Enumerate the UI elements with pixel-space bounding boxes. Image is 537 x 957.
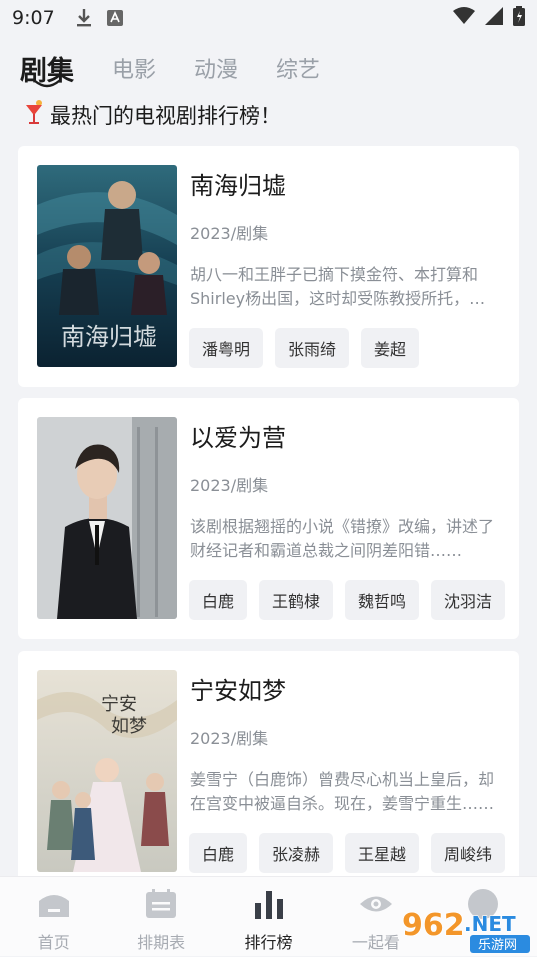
drama-card-1[interactable]: 南海归墟 南海归墟 2023/剧集 胡八一和王胖子已摘下摸金符、本打算和Shir…	[18, 146, 519, 387]
poster-image-3: 宁安 如梦	[37, 670, 177, 872]
cast-tag[interactable]: 白鹿	[189, 580, 248, 620]
cast-tag[interactable]: 张雨绮	[275, 328, 350, 368]
category-tabs: 剧集 电影 动漫 综艺	[0, 44, 537, 92]
card-description: 该剧根据翘摇的小说《错撩》改编，讲述了财经记者和霸道总裁之间阴差阳错……	[190, 517, 495, 560]
battery-icon	[513, 6, 525, 30]
nav-watch-together-label: 一起看	[351, 933, 400, 952]
svg-text:962: 962	[402, 908, 465, 943]
card-description: 胡八一和王胖子已摘下摸金符、本打算和Shirley杨出国，这时却受陈教授所托，前…	[190, 265, 486, 308]
nav-schedule[interactable]: 排期表	[107, 877, 214, 956]
cast-tag[interactable]: 魏哲鸣	[345, 580, 420, 620]
status-time: 9:07	[12, 7, 55, 29]
home-icon	[37, 889, 71, 923]
eye-icon	[359, 889, 393, 923]
cast-tag[interactable]: 王鹤棣	[259, 580, 334, 620]
cast-tag[interactable]: 姜超	[361, 328, 420, 368]
calendar-icon	[145, 889, 177, 923]
cast-tags: 白鹿 张凌赫 王星越 周峻纬	[189, 833, 506, 873]
cast-tag[interactable]: 张凌赫	[259, 833, 334, 873]
ranking-headline: 最热门的电视剧排行榜！	[24, 99, 281, 130]
poster-image-1: 南海归墟	[37, 165, 177, 367]
headline-text: 最热门的电视剧排行榜！	[50, 103, 281, 128]
site-watermark: 962 .NET 乐游网	[400, 905, 532, 953]
cast-tag[interactable]: 周峻纬	[431, 833, 506, 873]
card-title: 南海归墟	[190, 172, 286, 200]
bar-chart-icon	[253, 889, 285, 923]
cast-tag[interactable]: 潘粤明	[189, 328, 264, 368]
drama-card-3[interactable]: 宁安 如梦 宁安如梦 2023/剧集 姜雪宁（白鹿饰）曾费尽心机当上皇后，却在宫…	[18, 651, 519, 892]
card-meta: 2023/剧集	[190, 476, 269, 495]
cocktail-icon	[24, 99, 44, 130]
card-meta: 2023/剧集	[190, 729, 269, 748]
cast-tag[interactable]: 沈羽洁	[431, 580, 506, 620]
tab-drama[interactable]: 剧集	[20, 49, 74, 88]
cast-tag[interactable]: 王星越	[345, 833, 420, 873]
tab-variety[interactable]: 综艺	[276, 52, 320, 84]
nav-ranking[interactable]: 排行榜	[215, 877, 322, 956]
cast-tag[interactable]: 白鹿	[189, 833, 248, 873]
cast-tags: 白鹿 王鹤棣 魏哲鸣 沈羽洁	[189, 580, 506, 620]
svg-text:乐游网: 乐游网	[478, 938, 517, 953]
tab-movie[interactable]: 电影	[112, 52, 156, 84]
signal-icon	[485, 7, 503, 29]
status-bar: 9:07	[0, 0, 537, 36]
poster-image-2	[37, 417, 177, 619]
svg-text:如梦: 如梦	[111, 716, 147, 737]
nav-home-label: 首页	[37, 933, 70, 952]
svg-text:南海归墟: 南海归墟	[61, 323, 157, 351]
app-notification-icon	[106, 10, 123, 26]
tab-active-indicator	[34, 79, 60, 87]
drama-card-2[interactable]: 以爱为营 2023/剧集 该剧根据翘摇的小说《错撩》改编，讲述了财经记者和霸道总…	[18, 398, 519, 639]
cast-tags: 潘粤明 张雨绮 姜超	[189, 328, 420, 368]
card-meta: 2023/剧集	[190, 224, 269, 243]
tab-anime[interactable]: 动漫	[194, 52, 238, 84]
download-icon	[75, 8, 93, 28]
card-title: 以爱为营	[190, 424, 286, 452]
nav-schedule-label: 排期表	[137, 933, 186, 952]
svg-text:宁安: 宁安	[101, 694, 137, 715]
card-title: 宁安如梦	[190, 677, 286, 705]
nav-ranking-label: 排行榜	[244, 933, 293, 952]
wifi-icon	[453, 7, 475, 29]
card-description: 姜雪宁（白鹿饰）曾费尽心机当上皇后，却在宫变中被逼自杀。现在，姜雪宁重生……	[190, 770, 495, 813]
svg-text:.NET: .NET	[464, 912, 516, 936]
nav-home[interactable]: 首页	[0, 877, 107, 956]
